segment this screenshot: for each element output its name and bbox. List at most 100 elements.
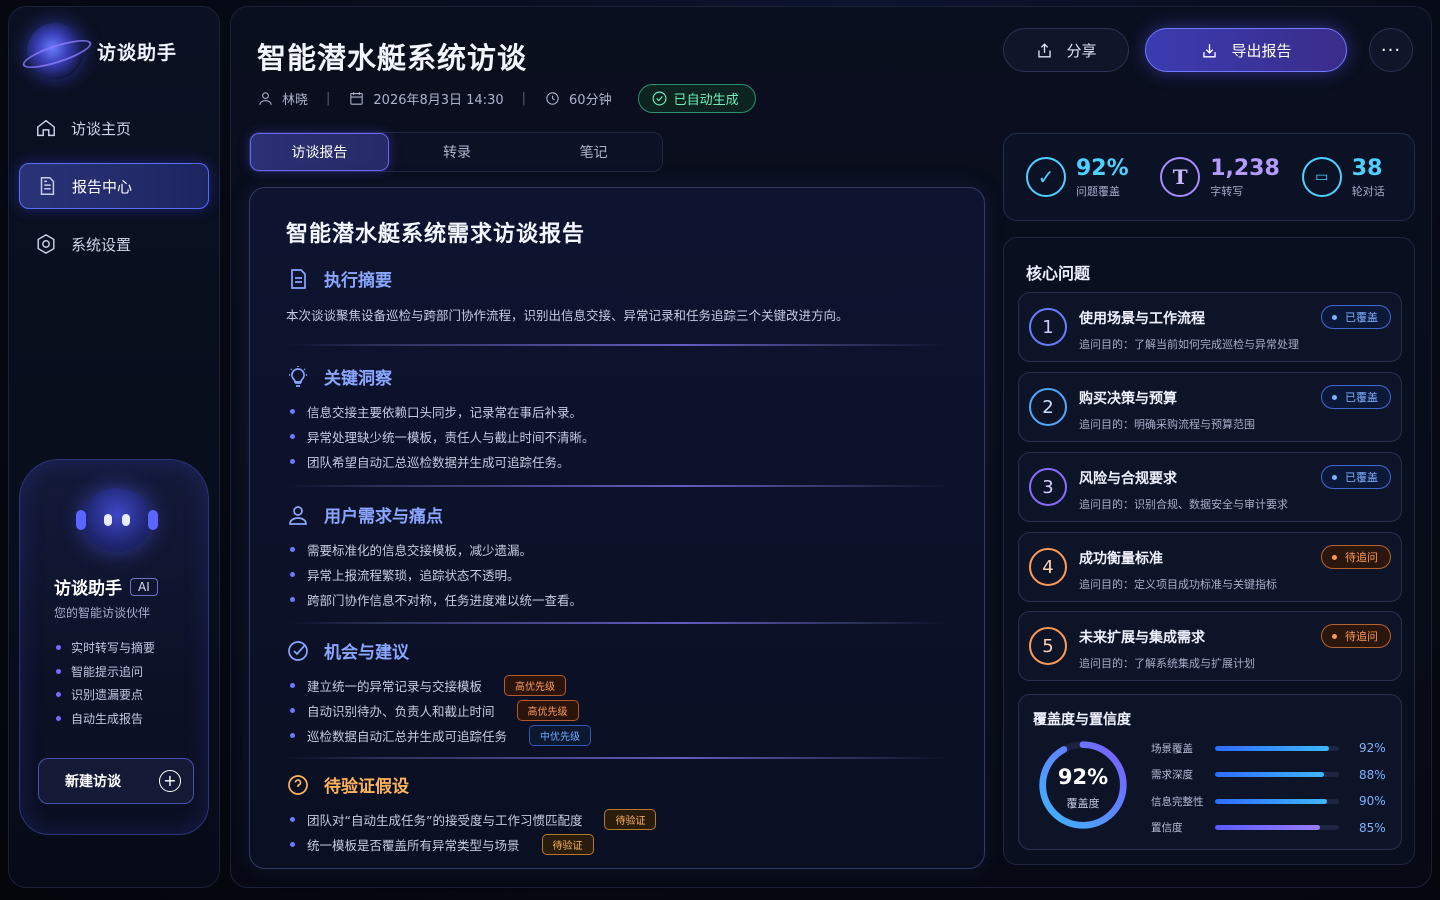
status-badge: 待追问 — [1321, 624, 1391, 648]
stat-coverage: ✓ 92% 问题覆盖 — [1004, 134, 1138, 220]
tab-transcript[interactable]: 转录 — [389, 133, 526, 171]
opportunities-list: 建立统一的异常记录与交接模板 高优先级 自动识别待办、负责人和截止时间 高优先级 巡… — [286, 673, 950, 748]
tab-notes[interactable]: 笔记 — [525, 133, 662, 171]
share-label: 分享 — [1066, 41, 1097, 60]
report-title: 智能潜水艇系统需求访谈报告 — [286, 222, 586, 247]
document-icon — [291, 268, 306, 289]
issue-card[interactable]: 5 未来扩展与集成需求 追问目的：了解系统集成与扩展计划 待追问 — [1018, 611, 1402, 681]
status-badge: 已覆盖 — [1321, 305, 1391, 329]
sidebar-nav: 访谈主页 报告中心 系统设置 — [19, 105, 209, 279]
needs-list: 需要标准化的信息交接模板，减少遗漏。 异常上报流程繁琐，追踪状态不透明。 跨部门… — [286, 537, 950, 612]
robot-eye-icon — [104, 514, 112, 526]
question-icon — [288, 774, 308, 795]
bar-value: 88% — [1359, 767, 1386, 782]
tab-report[interactable]: 访谈报告 — [250, 133, 389, 171]
issues-title: 核心问题 — [1026, 264, 1091, 283]
settings-icon — [37, 233, 55, 255]
feature-item: 自动生成报告 — [56, 707, 155, 731]
check-circle-icon: ✓ — [1026, 157, 1066, 197]
export-report-button[interactable]: 导出报告 — [1145, 28, 1347, 72]
meta-person: 林晓 — [257, 89, 308, 108]
user-icon — [289, 505, 307, 525]
interview-duration: 60分钟 — [569, 92, 612, 108]
priority-tag: 中优先级 — [529, 725, 592, 746]
page-title: 智能潜水艇系统访谈 — [257, 41, 528, 75]
opportunity-text: 建立统一的异常记录与交接模板 — [307, 679, 483, 694]
main-panel: 智能潜水艇系统访谈 林晓 | 2026年8月3日 14:30 | 60分钟 已自… — [230, 6, 1432, 888]
lightbulb-icon — [289, 365, 307, 387]
feature-item: 实时转写与摘要 — [56, 636, 155, 660]
share-button[interactable]: 分享 — [1003, 28, 1129, 72]
issue-card[interactable]: 1 使用场景与工作流程 追问目的：了解当前如何完成巡检与异常处理 已覆盖 — [1018, 292, 1402, 362]
bar-track — [1215, 745, 1339, 751]
list-item: 需要标准化的信息交接模板，减少遗漏。 — [286, 537, 950, 562]
stat-label: 字转写 — [1210, 184, 1244, 198]
issue-number: 4 — [1029, 548, 1067, 586]
core-issues-panel: 核心问题 1 使用场景与工作流程 追问目的：了解当前如何完成巡检与异常处理 已覆… — [1003, 237, 1415, 865]
bar-row: 需求深度 88% — [1151, 762, 1391, 789]
more-options-button[interactable]: ··· — [1369, 28, 1413, 72]
issue-number: 1 — [1029, 308, 1067, 346]
issue-purpose: 追问目的：了解系统集成与扩展计划 — [1079, 657, 1255, 670]
bar-row: 信息完整性 90% — [1151, 788, 1391, 815]
stat-label: 问题覆盖 — [1076, 184, 1120, 198]
text-t-icon: T — [1160, 157, 1201, 197]
robot-ear-icon — [148, 510, 158, 530]
bar-value: 90% — [1359, 794, 1386, 809]
person-name: 林晓 — [282, 92, 309, 108]
download-icon — [1203, 43, 1217, 58]
bar-fill — [1215, 745, 1330, 751]
issue-purpose: 追问目的：明确采购流程与预算范围 — [1079, 418, 1255, 431]
feature-item: 智能提示追问 — [56, 660, 155, 684]
section-heading: 用户需求与痛点 — [286, 502, 950, 527]
new-interview-button[interactable]: 新建访谈 + — [38, 758, 194, 804]
export-label: 导出报告 — [1231, 41, 1292, 60]
check-circle-icon — [652, 91, 667, 105]
stat-value: 92% — [1076, 155, 1129, 181]
list-item: 统一模板是否覆盖所有异常类型与场景 待验证 — [286, 832, 950, 857]
sidebar-item-home[interactable]: 访谈主页 — [19, 105, 209, 151]
hypothesis-text: 统一模板是否覆盖所有异常类型与场景 — [307, 838, 520, 853]
list-item: 跨部门协作信息不对称，任务进度难以统一查看。 — [286, 587, 950, 612]
bar-fill — [1215, 798, 1327, 804]
issue-card[interactable]: 3 风险与合规要求 追问目的：识别合规、数据安全与审计要求 已覆盖 — [1018, 452, 1402, 522]
bar-track — [1215, 772, 1339, 778]
stat-label: 轮对话 — [1351, 184, 1385, 198]
sidebar-item-label: 系统设置 — [71, 235, 132, 254]
issue-card[interactable]: 2 购买决策与预算 追问目的：明确采购流程与预算范围 已覆盖 — [1018, 372, 1402, 442]
app-logo: 访谈助手 — [27, 23, 177, 79]
issue-name: 成功衡量标准 — [1079, 551, 1163, 567]
clock-icon — [546, 91, 559, 105]
sidebar: 访谈助手 访谈主页 报告中心 系统设置 访谈助手 AI 您的智能访谈伙伴 实时转… — [8, 6, 220, 888]
user-icon — [259, 91, 272, 105]
section-divider — [286, 757, 950, 759]
coverage-title: 覆盖度与置信度 — [1033, 712, 1131, 728]
assistant-card: 访谈助手 AI 您的智能访谈伙伴 实时转写与摘要 智能提示追问 识别遗漏要点 自… — [19, 459, 209, 835]
issue-number: 3 — [1029, 468, 1067, 506]
planet-logo-icon — [27, 23, 83, 79]
sidebar-item-reports[interactable]: 报告中心 — [19, 163, 209, 209]
home-icon — [37, 119, 55, 137]
opportunities-heading: 机会与建议 — [324, 643, 409, 663]
coverage-bars: 场景覆盖 92% 需求深度 88% 信息完整性 90% 置信度 85% — [1151, 735, 1391, 841]
verify-tag: 待验证 — [541, 834, 594, 855]
document-icon — [40, 177, 55, 195]
sidebar-item-label: 报告中心 — [72, 177, 133, 196]
status-badge: 待追问 — [1321, 545, 1391, 569]
list-item: 信息交接主要依赖口头同步，记录常在事后补录。 — [286, 399, 950, 424]
summary-text: 本次谈谈聚焦设备巡检与跨部门协作流程，识别出信息交接、异常记录和任务追踪三个关键… — [286, 308, 849, 323]
assistant-title: 访谈助手 AI — [54, 574, 158, 599]
hypotheses-list: 团队对“自动生成任务”的接受度与工作习惯匹配度 待验证 统一模板是否覆盖所有异常类… — [286, 807, 950, 857]
list-item: 自动识别待办、负责人和截止时间 高优先级 — [286, 698, 950, 723]
stat-value: 1,238 — [1210, 155, 1280, 181]
list-item: 团队对“自动生成任务”的接受度与工作习惯匹配度 待验证 — [286, 807, 950, 832]
robot-ear-icon — [76, 510, 86, 530]
report-tabs: 访谈报告 转录 笔记 — [249, 132, 663, 172]
section-heading: 待验证假设 — [286, 772, 950, 797]
insights-list: 信息交接主要依赖口头同步，记录常在事后补录。 异常处理缺少统一模板，责任人与截止… — [286, 399, 950, 474]
hypotheses-heading: 待验证假设 — [324, 777, 409, 797]
bar-fill — [1215, 825, 1321, 831]
target-check-icon — [288, 640, 308, 661]
issue-card[interactable]: 4 成功衡量标准 追问目的：定义项目成功标准与关键指标 待追问 — [1018, 532, 1402, 602]
sidebar-item-settings[interactable]: 系统设置 — [19, 221, 209, 267]
